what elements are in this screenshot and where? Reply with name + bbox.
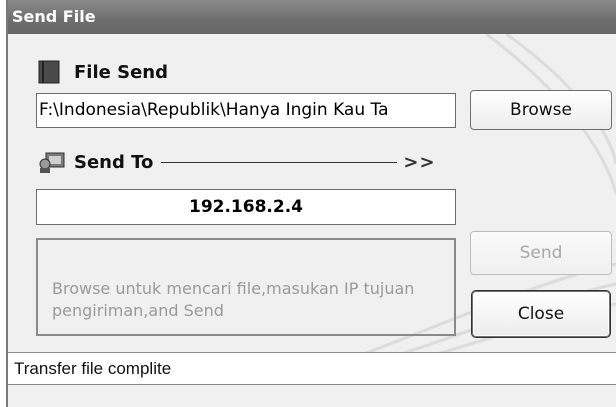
file-send-label-row: File Send — [38, 60, 168, 84]
status-text: Transfer file complite — [14, 358, 172, 378]
send-to-arrows: >> — [403, 151, 436, 173]
browse-button[interactable]: Browse — [470, 90, 612, 130]
send-file-window: Send File File Send F:\Indonesia\Republi… — [6, 0, 616, 407]
send-button[interactable]: Send — [470, 231, 612, 275]
file-path-field[interactable]: F:\Indonesia\Republik\Hanya Ingin Kau Ta — [36, 93, 456, 128]
title-bar[interactable]: Send File — [8, 0, 616, 34]
send-to-divider — [161, 161, 398, 163]
info-message-box: Browse untuk mencari file,masukan IP tuj… — [36, 238, 456, 336]
file-send-label: File Send — [74, 61, 168, 83]
computer-user-icon — [39, 152, 65, 173]
ip-address-field[interactable]: 192.168.2.4 — [36, 189, 456, 225]
info-message-text: Browse untuk mencari file,masukan IP tuj… — [52, 279, 415, 320]
send-to-label: Send To — [74, 151, 154, 173]
status-bar: Transfer file complite — [8, 352, 616, 385]
window-title: Send File — [12, 7, 96, 26]
close-button[interactable]: Close — [472, 291, 610, 337]
book-icon — [38, 60, 60, 84]
send-to-label-row: Send To >> — [38, 150, 436, 174]
